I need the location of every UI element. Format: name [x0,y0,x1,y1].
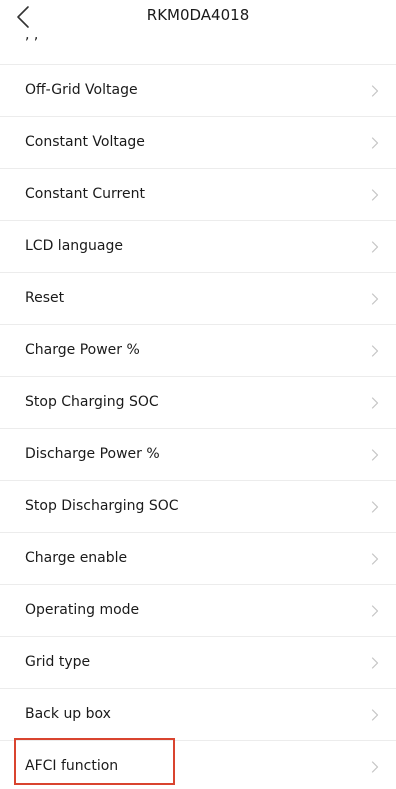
chevron-right-icon [371,241,379,253]
settings-row[interactable]: Charge Power % [0,324,396,376]
partial-row-label: , , [25,36,38,43]
settings-row[interactable]: Off-Grid Voltage [0,64,396,116]
chevron-right-icon [371,761,379,773]
settings-row-label: Reset [25,290,65,306]
settings-row-label: Grid type [25,654,91,670]
settings-row-label: LCD language [25,238,123,254]
settings-row[interactable]: Grid type [0,636,396,688]
chevron-right-icon [371,657,379,669]
settings-row[interactable]: Reset [0,272,396,324]
chevron-right-icon [371,137,379,149]
chevron-right-icon [371,189,379,201]
chevron-right-icon [371,449,379,461]
chevron-right-icon [371,85,379,97]
settings-row-label: Discharge Power % [25,446,160,462]
settings-row-label: Operating mode [25,602,140,618]
settings-row[interactable]: Stop Charging SOC [0,376,396,428]
settings-row-label: Stop Discharging SOC [25,498,179,514]
settings-page: RKM0DA4018 , , Off-Grid Voltage Constant … [0,0,396,789]
chevron-right-icon [371,553,379,565]
chevron-right-icon [371,501,379,513]
settings-row[interactable]: Constant Voltage [0,116,396,168]
chevron-right-icon [371,293,379,305]
settings-row-label: Constant Current [25,186,145,202]
settings-row[interactable]: Stop Discharging SOC [0,480,396,532]
settings-row-label: Stop Charging SOC [25,394,159,410]
chevron-right-icon [371,605,379,617]
settings-row-label: Off-Grid Voltage [25,82,138,98]
chevron-right-icon [371,397,379,409]
partial-row[interactable]: , , [0,36,396,64]
settings-row[interactable]: Back up box [0,688,396,740]
settings-row-label: Back up box [25,706,111,722]
settings-row-label: Charge Power % [25,342,140,358]
settings-list: Off-Grid Voltage Constant Voltage Constant… [0,64,396,789]
settings-row[interactable]: Charge enable [0,532,396,584]
settings-row-label: Constant Voltage [25,134,145,150]
settings-row[interactable]: Operating mode [0,584,396,636]
settings-row[interactable]: Constant Current [0,168,396,220]
settings-row[interactable]: Discharge Power % [0,428,396,480]
header-bar: RKM0DA4018 [0,0,396,36]
page-title: RKM0DA4018 [146,6,250,24]
settings-row[interactable]: AFCI function [0,740,396,789]
chevron-right-icon [371,345,379,357]
settings-row-label: Charge enable [25,550,128,566]
settings-row-label: AFCI function [25,758,119,774]
settings-row[interactable]: LCD language [0,220,396,272]
chevron-right-icon [371,709,379,721]
